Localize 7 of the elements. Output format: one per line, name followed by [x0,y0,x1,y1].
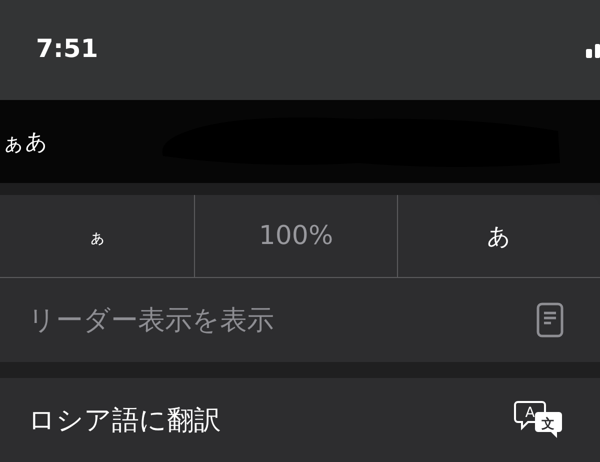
zoom-level[interactable]: 100% [195,195,398,277]
text-size-button[interactable]: ぁあ [0,126,48,156]
larger-text-button[interactable]: あ [398,195,600,277]
document-icon [536,302,564,338]
signal-icon [586,42,600,58]
status-time: 7:51 [36,34,98,62]
smaller-text-button[interactable]: ぁ [0,195,195,277]
